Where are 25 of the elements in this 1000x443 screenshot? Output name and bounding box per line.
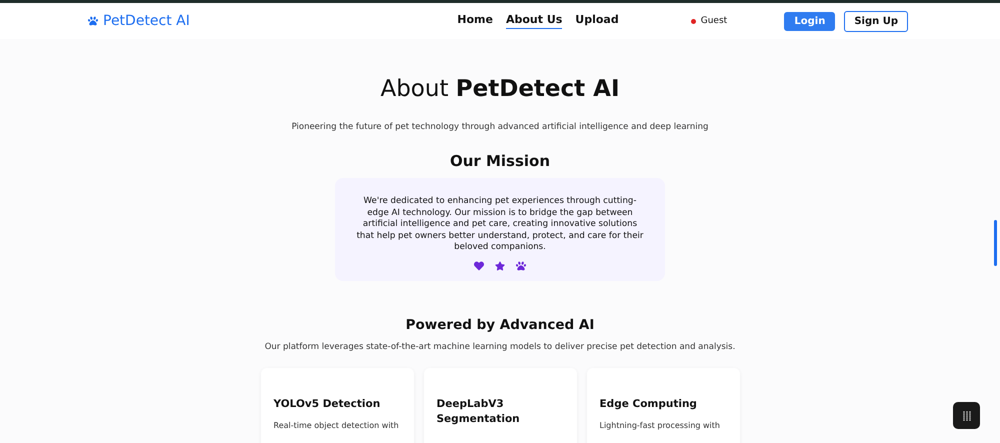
- page-subtitle: Pioneering the future of pet technology through advanced artificial intelligence and deep learning: [292, 122, 708, 132]
- feature-description: Real-time object detection with: [274, 421, 400, 430]
- feature-title: DeepLabV3 Segmentation: [436, 397, 521, 427]
- brand-logo[interactable]: PetDetect AI: [88, 13, 378, 29]
- page-title: About PetDetect AI: [380, 76, 620, 102]
- nav-link[interactable]: About Us: [506, 13, 562, 29]
- feature-title: YOLOv5 Detection: [274, 397, 382, 412]
- scrollbar-thumb[interactable]: [994, 220, 997, 266]
- feature-title: Edge Computing: [600, 397, 698, 412]
- section-heading: Powered by Advanced AI: [406, 317, 594, 333]
- paw-icon: [88, 16, 98, 26]
- user-status: Guest: [690, 16, 728, 26]
- heart-icon: [474, 260, 484, 271]
- section-heading: Our Mission: [450, 152, 550, 170]
- brand-name: PetDetect AI: [103, 13, 190, 29]
- signup-button[interactable]: Sign Up: [844, 10, 908, 32]
- nav-link[interactable]: Upload: [575, 13, 619, 29]
- login-button[interactable]: Login: [784, 12, 836, 30]
- nav-link[interactable]: Home: [457, 13, 493, 29]
- extension-widget-icon[interactable]: [953, 402, 980, 429]
- feature-description: Lightning-fast processing with: [600, 421, 721, 430]
- star-icon: [495, 260, 505, 271]
- paw-icon: [516, 260, 526, 271]
- section-description: Our platform leverages state-of-the-art machine learning models to deliver precise pet detection and analysis.: [264, 342, 736, 352]
- mission-text: We're dedicated to enhancing pet experiences through cutting-edge AI technology. Our mission is to bridge the gap between artificial intelligence and pet care, creating innovative solutions that help pet owners better understand, protect, and care for their beloved companions.: [356, 196, 644, 254]
